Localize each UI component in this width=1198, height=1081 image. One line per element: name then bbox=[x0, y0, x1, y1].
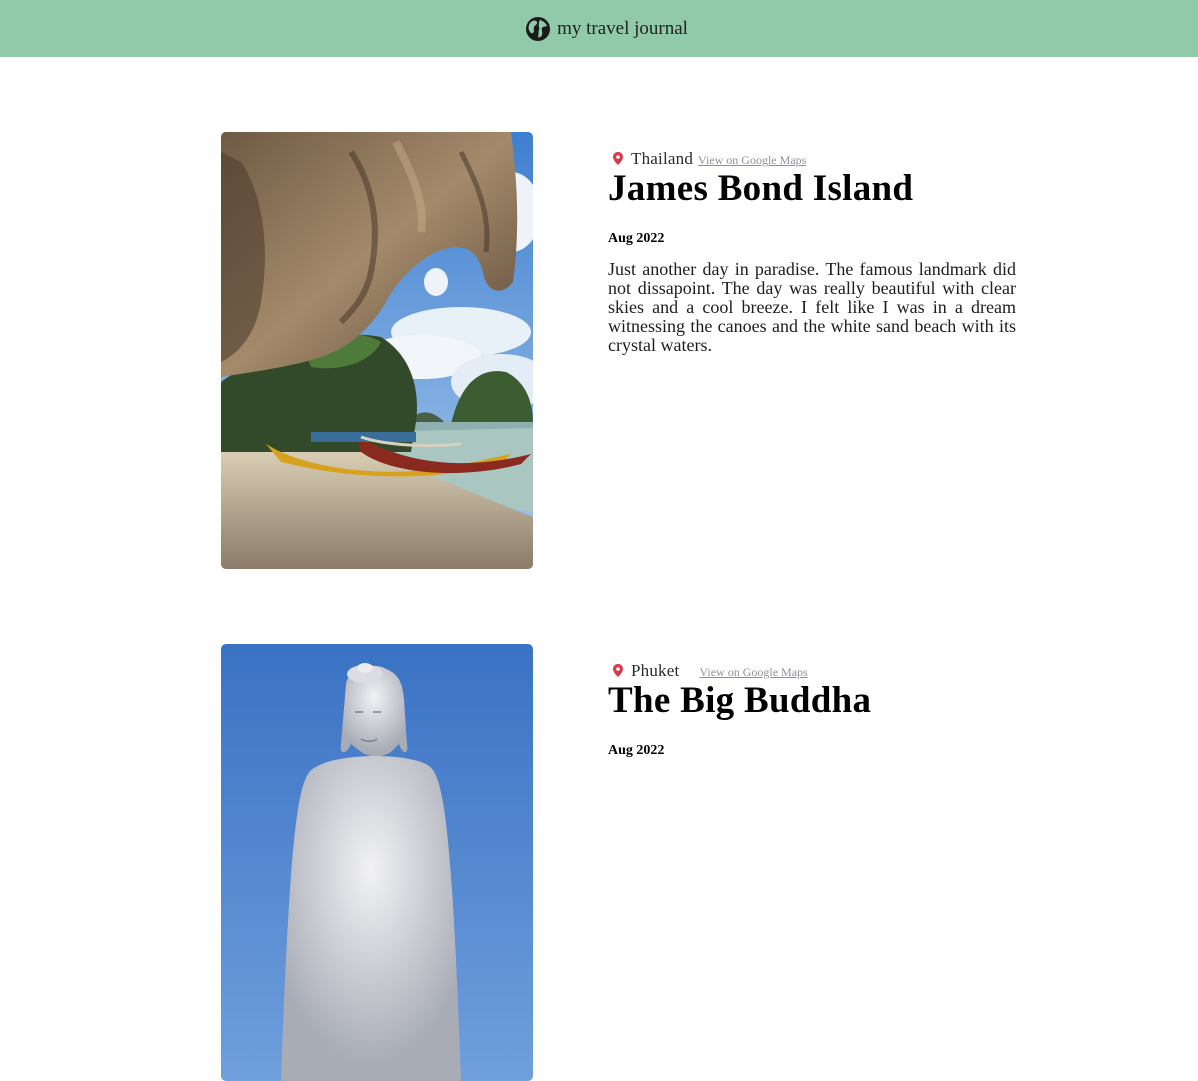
entry-description: Just another day in paradise. The famous… bbox=[608, 259, 1016, 355]
app-title: my travel journal bbox=[557, 17, 688, 39]
location-pin-icon bbox=[613, 152, 627, 165]
google-maps-link[interactable]: View on Google Maps bbox=[699, 665, 807, 680]
location-pin-icon bbox=[613, 664, 627, 677]
entry-location: Phuket bbox=[631, 661, 680, 680]
entry-info: Phuket View on Google Maps The Big Buddh… bbox=[608, 661, 1016, 759]
navbar-brand[interactable]: my travel journal bbox=[525, 16, 688, 42]
entry-photo bbox=[221, 644, 533, 1081]
entry-date: Aug 2022 bbox=[608, 231, 665, 246]
navbar: my travel journal bbox=[0, 0, 1198, 57]
entry-info: Thailand View on Google Maps James Bond … bbox=[608, 149, 1016, 373]
entry-title: The Big Buddha bbox=[608, 680, 872, 721]
globe-icon bbox=[525, 16, 551, 42]
entry-location: Thailand bbox=[631, 149, 694, 168]
google-maps-link[interactable]: View on Google Maps bbox=[698, 153, 806, 168]
entry-title: James Bond Island bbox=[608, 168, 914, 209]
entry-date: Aug 2022 bbox=[608, 743, 665, 758]
entry-photo bbox=[221, 132, 533, 569]
location-row: Phuket View on Google Maps bbox=[608, 661, 1016, 681]
location-row: Thailand View on Google Maps bbox=[608, 149, 1016, 169]
